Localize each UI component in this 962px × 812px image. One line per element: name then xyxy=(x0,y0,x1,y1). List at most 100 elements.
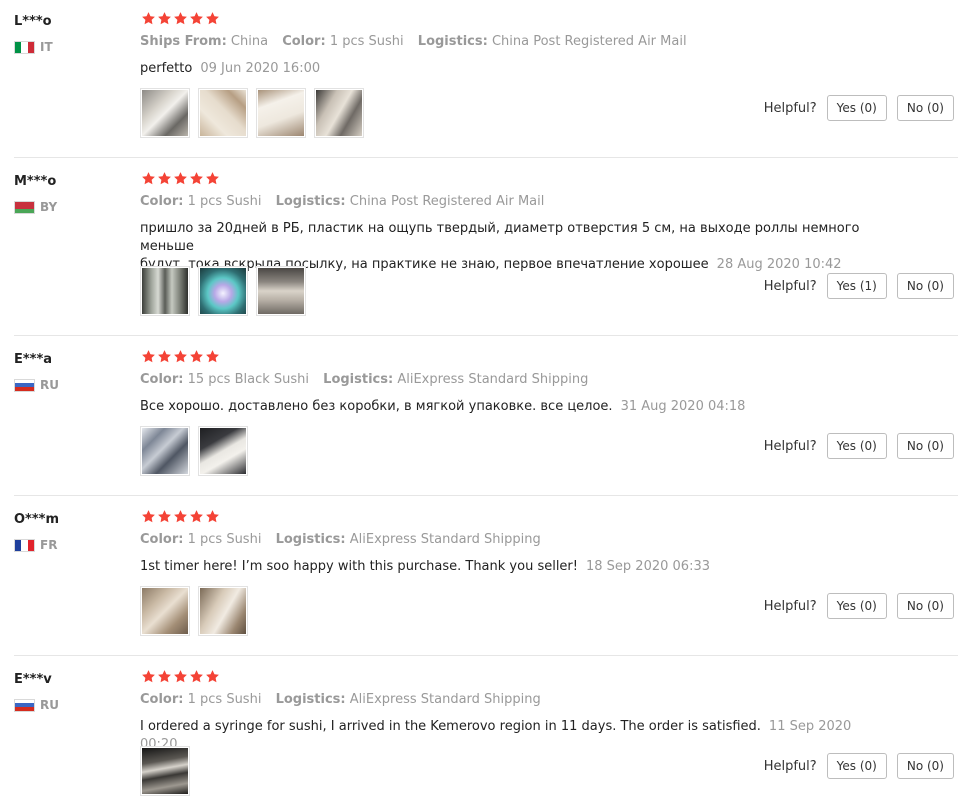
review-photos xyxy=(140,266,306,316)
logistics-label: Logistics: xyxy=(323,372,394,387)
star-icon xyxy=(189,669,204,684)
logistics-value: AliExpress Standard Shipping xyxy=(349,692,541,707)
helpful-voting: Helpful? Yes (0) No (0) xyxy=(764,753,954,779)
star-icon xyxy=(173,349,188,364)
review-text: Все хорошо. доставлено без коробки, в мя… xyxy=(140,398,880,416)
star-rating xyxy=(141,669,220,684)
star-icon xyxy=(205,11,220,26)
review-item: O***m FR Color: 1 pcs Sushi Logistics: A… xyxy=(14,509,958,656)
reviewer-name: O***m xyxy=(14,512,59,527)
helpful-label: Helpful? xyxy=(763,598,817,614)
helpful-no-button[interactable]: No (0) xyxy=(896,95,954,121)
review-photos xyxy=(140,746,190,796)
review-photo[interactable] xyxy=(198,586,248,636)
star-icon xyxy=(205,669,220,684)
country-code: RU xyxy=(40,698,59,712)
country-code: RU xyxy=(40,378,59,392)
review-photo[interactable] xyxy=(140,88,190,138)
review-date: 18 Sep 2020 06:33 xyxy=(586,559,710,574)
helpful-no-button[interactable]: No (0) xyxy=(896,273,954,299)
review-photos xyxy=(140,88,364,138)
review-text: 1st timer here! I’m soo happy with this … xyxy=(140,558,880,576)
star-icon xyxy=(189,509,204,524)
review-body: 1st timer here! I’m soo happy with this … xyxy=(140,559,578,574)
star-icon xyxy=(157,11,172,26)
star-icon xyxy=(141,509,156,524)
helpful-label: Helpful? xyxy=(763,438,817,454)
star-icon xyxy=(141,349,156,364)
review-photo[interactable] xyxy=(140,586,190,636)
review-photo[interactable] xyxy=(140,746,190,796)
logistics-label: Logistics: xyxy=(275,532,346,547)
helpful-label: Helpful? xyxy=(763,278,817,294)
reviewer-name: E***a xyxy=(14,352,53,367)
review-meta: Color: 1 pcs Sushi Logistics: AliExpress… xyxy=(140,692,541,707)
review-date: 09 Jun 2020 16:00 xyxy=(200,61,321,76)
helpful-voting: Helpful? Yes (1) No (0) xyxy=(764,273,954,299)
review-photo[interactable] xyxy=(140,266,190,316)
review-photo[interactable] xyxy=(256,88,306,138)
review-text: perfetto 09 Jun 2020 16:00 xyxy=(140,60,880,78)
review-item: M***o BY Color: 1 pcs Sushi Logistics: C… xyxy=(14,171,958,336)
flag-it-icon xyxy=(14,40,35,54)
review-body: Все хорошо. доставлено без коробки, в мя… xyxy=(140,399,613,414)
country-code: FR xyxy=(40,538,58,552)
review-meta: Color: 1 pcs Sushi Logistics: AliExpress… xyxy=(140,532,541,547)
review-meta: Ships From: China Color: 1 pcs Sushi Log… xyxy=(140,34,687,49)
color-label: Color: xyxy=(140,532,184,547)
helpful-no-button[interactable]: No (0) xyxy=(896,753,954,779)
review-meta: Color: 15 pcs Black Sushi Logistics: Ali… xyxy=(140,372,588,387)
helpful-yes-button[interactable]: Yes (0) xyxy=(826,433,887,459)
star-icon xyxy=(141,11,156,26)
review-photo[interactable] xyxy=(198,88,248,138)
color-label: Color: xyxy=(140,194,184,209)
star-icon xyxy=(205,349,220,364)
helpful-voting: Helpful? Yes (0) No (0) xyxy=(764,433,954,459)
review-photo[interactable] xyxy=(314,88,364,138)
helpful-voting: Helpful? Yes (0) No (0) xyxy=(764,593,954,619)
logistics-label: Logistics: xyxy=(417,34,488,49)
reviewer-country: RU xyxy=(14,378,59,392)
star-icon xyxy=(205,509,220,524)
review-date: 31 Aug 2020 04:18 xyxy=(620,399,746,414)
color-value: 15 pcs Black Sushi xyxy=(187,372,310,387)
logistics-value: China Post Registered Air Mail xyxy=(491,34,687,49)
helpful-no-button[interactable]: No (0) xyxy=(896,433,954,459)
star-icon xyxy=(157,669,172,684)
helpful-yes-button[interactable]: Yes (0) xyxy=(826,593,887,619)
logistics-label: Logistics: xyxy=(275,194,346,209)
helpful-no-button[interactable]: No (0) xyxy=(896,593,954,619)
reviewer-country: RU xyxy=(14,698,59,712)
helpful-yes-button[interactable]: Yes (0) xyxy=(826,95,887,121)
reviewer-country: BY xyxy=(14,200,57,214)
helpful-yes-button[interactable]: Yes (1) xyxy=(826,273,887,299)
color-value: 1 pcs Sushi xyxy=(187,692,262,707)
reviewer-name: L***o xyxy=(14,14,52,29)
logistics-label: Logistics: xyxy=(275,692,346,707)
reviewer-name: M***o xyxy=(14,174,57,189)
flag-ru-icon xyxy=(14,378,35,392)
star-rating xyxy=(141,171,220,186)
star-icon xyxy=(189,11,204,26)
review-item: E***v RU Color: 1 pcs Sushi Logistics: A… xyxy=(14,669,958,812)
star-icon xyxy=(157,509,172,524)
reviewer-country: FR xyxy=(14,538,57,552)
review-body: I ordered a syringe for sushi, I arrived… xyxy=(140,719,761,734)
helpful-label: Helpful? xyxy=(763,100,817,116)
review-photos xyxy=(140,586,248,636)
review-photo[interactable] xyxy=(140,426,190,476)
star-icon xyxy=(189,349,204,364)
ships-from-value: China xyxy=(230,34,269,49)
star-icon xyxy=(141,171,156,186)
country-code: IT xyxy=(40,40,53,54)
ships-from-label: Ships From: xyxy=(140,34,227,49)
helpful-yes-button[interactable]: Yes (0) xyxy=(826,753,887,779)
review-photo[interactable] xyxy=(198,426,248,476)
star-icon xyxy=(173,11,188,26)
star-icon xyxy=(157,349,172,364)
review-body: perfetto xyxy=(140,61,193,76)
star-rating xyxy=(141,11,220,26)
review-photo[interactable] xyxy=(256,266,306,316)
logistics-value: AliExpress Standard Shipping xyxy=(349,532,541,547)
review-photo[interactable] xyxy=(198,266,248,316)
